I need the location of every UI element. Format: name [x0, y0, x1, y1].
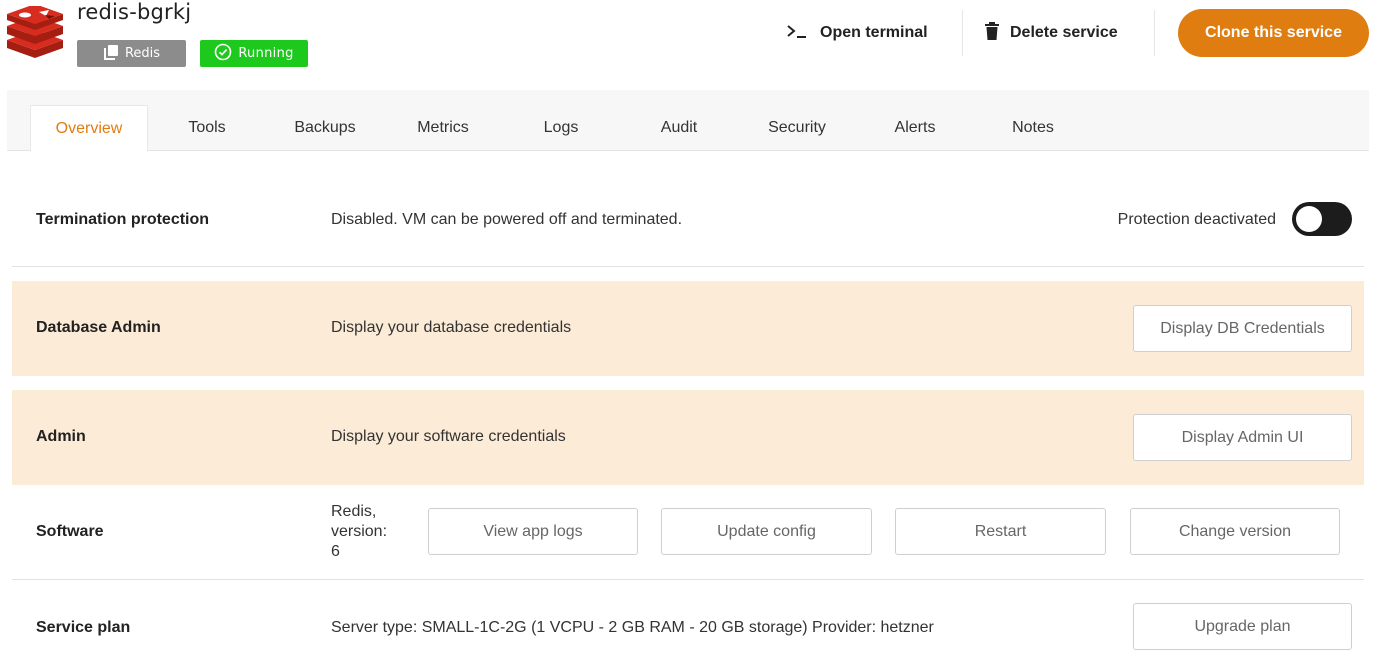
database-admin-label: Database Admin: [36, 319, 161, 336]
change-version-button[interactable]: Change version: [1130, 508, 1340, 555]
service-plan-description: Server type: SMALL-1C-2G (1 VCPU - 2 GB …: [331, 619, 934, 636]
service-plan-label: Service plan: [36, 619, 131, 636]
service-title: redis-bgrkj: [77, 0, 192, 24]
status-badge: Running: [200, 40, 308, 67]
copy-icon: [103, 44, 119, 64]
software-version-line: Redis,: [331, 503, 377, 520]
termination-protection-label: Termination protection: [36, 211, 210, 228]
tab-backups[interactable]: Backups: [266, 105, 384, 151]
trash-icon: [984, 21, 1000, 45]
tab-logs[interactable]: Logs: [502, 105, 620, 151]
upgrade-plan-button[interactable]: Upgrade plan: [1133, 603, 1352, 650]
admin-label: Admin: [36, 428, 86, 445]
admin-description: Display your software credentials: [331, 428, 566, 445]
terminal-icon: [786, 23, 810, 44]
software-badge: Redis: [77, 40, 186, 67]
tab-metrics[interactable]: Metrics: [384, 105, 502, 151]
software-version-line: 6: [331, 543, 340, 560]
check-circle-icon: [214, 43, 232, 65]
software-version: Redis, version: 6: [331, 502, 411, 562]
header-divider: [1154, 10, 1155, 56]
tab-alerts[interactable]: Alerts: [856, 105, 974, 151]
open-terminal-label: Open terminal: [820, 24, 928, 41]
tab-tools[interactable]: Tools: [148, 105, 266, 151]
tab-notes[interactable]: Notes: [974, 105, 1092, 151]
termination-protection-row: Termination protection Disabled. VM can …: [12, 173, 1364, 267]
redis-logo: [5, 4, 65, 58]
protection-toggle-label: Protection deactivated: [1117, 211, 1276, 228]
software-version-line: version:: [331, 523, 388, 540]
clone-service-button[interactable]: Clone this service: [1178, 9, 1369, 57]
admin-row: Admin Display your software credentials …: [12, 390, 1364, 485]
view-app-logs-button[interactable]: View app logs: [428, 508, 638, 555]
status-badge-label: Running: [238, 46, 294, 61]
software-row: Software Redis, version: 6 View app logs…: [12, 485, 1364, 580]
tab-security[interactable]: Security: [738, 105, 856, 151]
tab-audit[interactable]: Audit: [620, 105, 738, 151]
database-admin-row: Database Admin Display your database cre…: [12, 281, 1364, 376]
software-label: Software: [36, 523, 104, 540]
display-db-credentials-button[interactable]: Display DB Credentials: [1133, 305, 1352, 352]
display-admin-ui-button[interactable]: Display Admin UI: [1133, 414, 1352, 461]
database-admin-description: Display your database credentials: [331, 319, 572, 336]
delete-service-label: Delete service: [1010, 24, 1118, 41]
tab-bar: Overview Tools Backups Metrics Logs Audi…: [7, 90, 1369, 152]
delete-service-button[interactable]: Delete service: [984, 14, 1118, 52]
open-terminal-button[interactable]: Open terminal: [786, 14, 928, 52]
software-badge-label: Redis: [124, 46, 161, 61]
update-config-button[interactable]: Update config: [661, 508, 872, 555]
tab-overview[interactable]: Overview: [30, 105, 148, 152]
restart-button[interactable]: Restart: [895, 508, 1106, 555]
header-divider: [962, 10, 963, 56]
service-plan-row: Service plan Server type: SMALL-1C-2G (1…: [12, 580, 1364, 671]
protection-toggle[interactable]: [1292, 202, 1352, 236]
termination-protection-description: Disabled. VM can be powered off and term…: [331, 211, 683, 228]
toggle-knob: [1296, 206, 1322, 232]
